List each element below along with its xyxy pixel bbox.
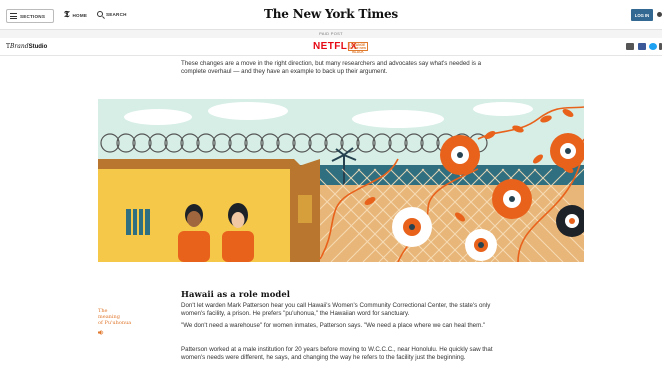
login-button[interactable]: LOG IN bbox=[631, 9, 653, 21]
article-paragraph-3: Patterson worked at a male institution f… bbox=[181, 346, 493, 362]
paid-post-strip: PAID POST bbox=[0, 30, 662, 38]
twitter-share-icon[interactable] bbox=[649, 43, 657, 50]
tbrand-studio: Studio bbox=[28, 44, 48, 50]
nyt-masthead-logo[interactable]: The New York Times bbox=[0, 7, 662, 21]
facebook-share-icon[interactable] bbox=[638, 43, 646, 50]
side-label-line-3: of Pu'uhonua bbox=[98, 319, 132, 326]
tbrand-studio-logo[interactable]: TBrandStudio bbox=[6, 43, 47, 50]
orange-is-the-new-black-badge: ORANGE is the new BLACK bbox=[348, 42, 368, 53]
prison-fence-illustration bbox=[98, 99, 584, 262]
article-paragraph-1: Don't let warden Mark Patterson hear you… bbox=[181, 302, 491, 318]
audio-side-label[interactable]: The meaning of Pu'uhonua bbox=[98, 308, 142, 326]
email-share-icon[interactable] bbox=[626, 43, 634, 50]
speaker-icon[interactable] bbox=[98, 330, 104, 335]
intro-paragraph: These changes are a move in the right di… bbox=[181, 60, 482, 76]
article-paragraph-2: "We don't need a warehouse" for women in… bbox=[181, 322, 486, 329]
tbrand-brand: Brand bbox=[10, 43, 29, 50]
gear-icon[interactable] bbox=[657, 12, 662, 17]
top-navigation-bar: SECTIONS 𝕿 HOME SEARCH The New York Time… bbox=[0, 0, 662, 30]
section-heading: Hawaii as a role model bbox=[181, 289, 291, 299]
sponsor-bar: TBrandStudio NETFLIX ORANGE is the new B… bbox=[0, 38, 662, 56]
badge-line-3: BLACK bbox=[352, 49, 364, 54]
